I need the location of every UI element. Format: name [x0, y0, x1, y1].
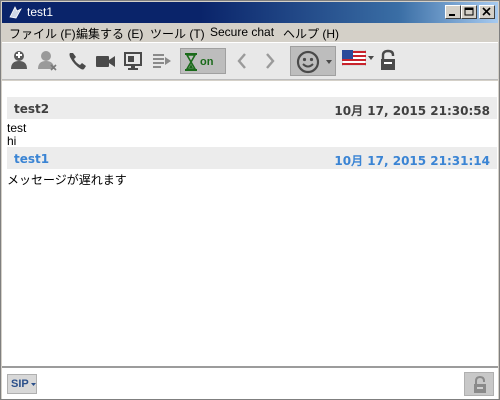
smiley-icon	[296, 50, 320, 74]
history-toggle-button[interactable]: on	[180, 48, 226, 74]
close-icon	[482, 7, 491, 16]
video-call-button[interactable]	[94, 48, 118, 76]
message-text: メッセージが遅れます	[7, 173, 127, 187]
menu-file[interactable]: ファイル (F)	[9, 25, 76, 42]
protocol-label: SIP	[11, 378, 29, 390]
remove-contact-icon	[38, 51, 57, 71]
message-text: hi	[7, 134, 17, 148]
phone-icon	[69, 53, 86, 70]
minimize-icon	[449, 14, 455, 16]
chevron-right-icon	[266, 53, 275, 69]
monitor-icon	[124, 52, 142, 70]
message-timestamp: 10月 17, 2015 21:31:14	[334, 154, 490, 168]
app-icon	[9, 6, 22, 19]
lock-icon	[381, 49, 395, 70]
message-timestamp: 10月 17, 2015 21:30:58	[334, 104, 490, 118]
lock-icon	[474, 375, 486, 393]
send-file-button[interactable]	[150, 48, 174, 76]
maximize-button[interactable]	[461, 5, 477, 19]
menu-secure-chat[interactable]: Secure chat	[210, 25, 274, 39]
message-sender: test1	[14, 152, 50, 166]
next-button[interactable]	[262, 48, 278, 76]
menu-tools[interactable]: ツール (T)	[150, 25, 205, 42]
chevron-left-icon	[237, 53, 246, 69]
toolbar: on	[2, 42, 498, 80]
menu-edit[interactable]: 編集する (E)	[76, 25, 143, 42]
hourglass-icon	[185, 53, 197, 71]
chat-window: test1 ファイル (F) 編集する (E) ツール (T) Secure c…	[0, 0, 500, 400]
maximize-icon	[464, 7, 474, 16]
message-header: test2 10月 17, 2015 21:30:58	[7, 97, 497, 119]
chevron-down-icon	[31, 383, 36, 386]
protocol-selector[interactable]: SIP	[7, 374, 37, 394]
minimize-button[interactable]	[445, 5, 461, 19]
encryption-button[interactable]	[378, 48, 398, 76]
video-camera-icon	[96, 56, 115, 67]
screen-share-button[interactable]	[122, 48, 146, 76]
file-send-icon	[153, 54, 171, 68]
language-button[interactable]	[341, 49, 374, 70]
chevron-down-icon	[368, 56, 374, 60]
message-sender: test2	[14, 102, 50, 116]
previous-button[interactable]	[234, 48, 250, 76]
secure-send-button[interactable]	[464, 372, 494, 396]
us-flag-icon	[341, 49, 367, 67]
message-header: test1 10月 17, 2015 21:31:14	[7, 147, 497, 169]
chevron-down-icon	[326, 60, 332, 64]
add-contact-icon	[11, 51, 27, 69]
menu-bar: ファイル (F) 編集する (E) ツール (T) Secure chat ヘル…	[2, 23, 498, 42]
chat-history[interactable]: test2 10月 17, 2015 21:30:58 test hi test…	[2, 81, 498, 366]
add-contact-button[interactable]	[8, 48, 32, 76]
call-button[interactable]	[66, 48, 88, 76]
title-bar[interactable]: test1	[2, 2, 498, 23]
emoticon-button[interactable]	[290, 46, 336, 76]
message-input-area[interactable]: SIP	[2, 366, 498, 399]
message-text: test	[7, 121, 27, 135]
remove-contact-button[interactable]	[36, 48, 60, 76]
window-title: test1	[27, 5, 54, 19]
close-button[interactable]	[479, 5, 495, 19]
menu-help[interactable]: ヘルプ (H)	[283, 25, 339, 42]
history-status-label: on	[200, 56, 214, 68]
